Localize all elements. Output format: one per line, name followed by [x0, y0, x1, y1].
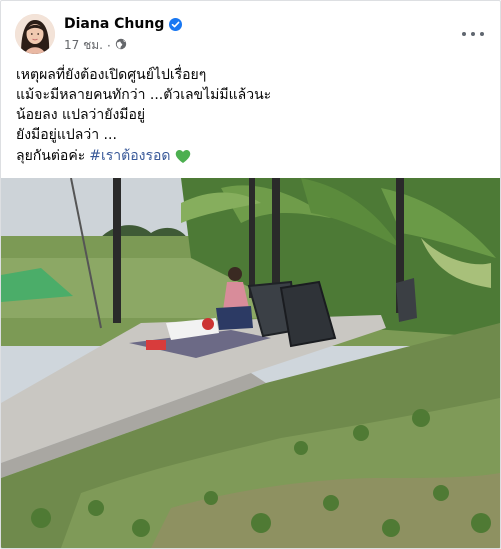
post-closing-line: ลุยกันต่อค่ะ #เราต้องรอด: [16, 146, 192, 166]
facebook-post-card: Diana Chung 17 ชม. · เหตุผลที่ยังต้องเปิ…: [0, 0, 501, 549]
post-photo[interactable]: [1, 178, 500, 548]
hashtag-link[interactable]: #เราต้องรอด: [89, 146, 170, 166]
post-meta: 17 ชม. ·: [64, 36, 127, 55]
post-timestamp[interactable]: 17 ชม.: [64, 36, 103, 55]
meta-separator: ·: [106, 38, 111, 53]
author-avatar[interactable]: [15, 14, 55, 54]
author-name[interactable]: Diana Chung: [64, 16, 164, 32]
closing-text: ลุยกันต่อค่ะ: [16, 148, 86, 164]
post-header: Diana Chung 17 ชม. ·: [15, 14, 500, 58]
post-text-line: เหตุผลที่ยังต้องเปิดศูนย์ไปเรื่อยๆ: [16, 67, 207, 83]
post-text-line: แม้จะมีหลายคนทักว่า ...ตัวเลขไม่มีแล้วนะ: [16, 87, 272, 103]
globe-icon[interactable]: [115, 38, 127, 53]
green-heart-icon: [174, 147, 192, 165]
author-name-row: Diana Chung: [64, 16, 183, 32]
post-text-line: น้อยลง แปลว่ายังมีอยู่: [16, 107, 146, 123]
verified-badge-icon: [169, 17, 183, 31]
post-message: เหตุผลที่ยังต้องเปิดศูนย์ไปเรื่อยๆ แม้จะ…: [16, 65, 486, 145]
more-options-icon[interactable]: [462, 26, 484, 42]
post-text-line: ยังมีอยู่แปลว่า ...: [16, 127, 117, 143]
